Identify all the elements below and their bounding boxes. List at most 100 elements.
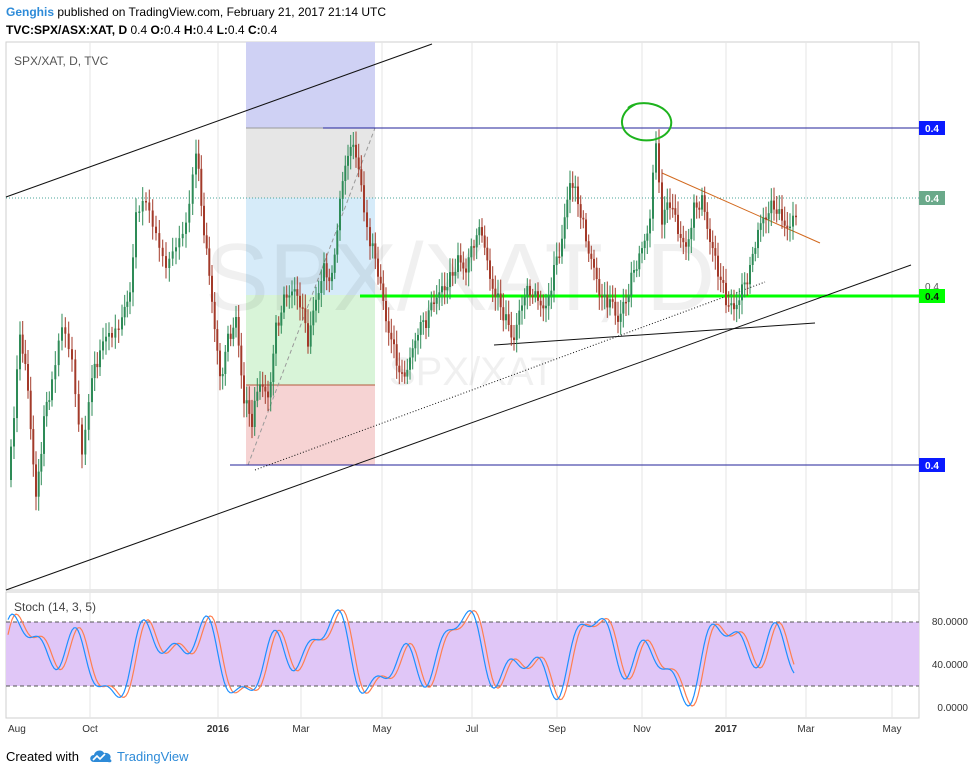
candle-body (641, 248, 643, 254)
candle-body (609, 299, 611, 308)
candle-body (635, 269, 638, 271)
candle-body (547, 295, 550, 306)
candle-body (409, 357, 411, 370)
candle-body (674, 208, 677, 215)
candle-body (465, 268, 467, 273)
candle-body (24, 353, 27, 364)
candle-body (695, 202, 698, 208)
candle-body (111, 333, 113, 338)
candle-body (61, 327, 63, 341)
candle-body (77, 394, 80, 425)
candle-body (507, 314, 510, 325)
candle-body (108, 333, 110, 337)
candle-body (283, 294, 285, 313)
candle-body (211, 275, 213, 302)
candle-body (188, 203, 191, 223)
candle-body (395, 344, 398, 366)
candle-body (291, 291, 293, 296)
candle-body (614, 301, 617, 316)
candle-body (99, 350, 101, 368)
candle-body (781, 209, 783, 221)
candle-body (733, 303, 735, 310)
candle-body (757, 229, 759, 249)
candle-body (443, 286, 446, 291)
candle-body (427, 310, 430, 328)
candle-body (770, 200, 773, 214)
candle-body (213, 301, 216, 330)
candle-body (743, 282, 746, 285)
candle-body (387, 321, 390, 333)
candle-body (682, 237, 685, 243)
x-tick-mar: Mar (292, 724, 310, 735)
candle-body (563, 217, 566, 239)
candle-body (84, 429, 87, 455)
candle-body (267, 391, 269, 398)
price-label-2: 0.4 (925, 194, 939, 205)
candle-body (328, 277, 331, 282)
candle-body (749, 265, 751, 285)
candle-body (627, 295, 630, 303)
candle-body (518, 310, 521, 325)
candle-body (341, 181, 344, 199)
candle-body (344, 165, 347, 181)
tradingview-cloud-icon[interactable] (88, 747, 114, 765)
candle-body (385, 301, 387, 322)
candle-body (331, 272, 333, 282)
candle-body (422, 320, 425, 322)
candle-body (414, 340, 417, 349)
candle-body (717, 255, 719, 277)
candle-body (411, 348, 414, 358)
candle-body (43, 416, 45, 454)
candle-body (256, 391, 259, 401)
candle-body (312, 310, 315, 326)
candle-body (722, 280, 725, 283)
candle-body (478, 227, 481, 236)
candle-body (611, 299, 614, 302)
candle-body (87, 402, 90, 430)
candle-body (521, 305, 523, 311)
stoch-tick-80: 80.0000 (932, 617, 969, 628)
candle-body (430, 302, 433, 311)
candle-body (102, 341, 104, 351)
candle-body (315, 299, 317, 311)
candle-body (161, 247, 164, 257)
candle-body (449, 272, 451, 287)
candle-body (45, 401, 48, 417)
candle-body (703, 195, 706, 212)
candle-body (129, 292, 131, 302)
candle-body (13, 418, 15, 447)
candle-body (259, 384, 261, 392)
candle-body (652, 172, 654, 219)
candle-body (123, 306, 126, 318)
candle-body (349, 146, 352, 156)
candle-body (658, 143, 660, 183)
candle-body (661, 182, 663, 225)
candle-body (419, 322, 422, 335)
candle-body (216, 329, 219, 351)
candle-body (165, 256, 167, 268)
candle-body (666, 202, 669, 210)
stoch-band (6, 622, 919, 686)
candle-body (534, 291, 537, 296)
candle-body (561, 238, 563, 257)
x-tick-oct: Oct (82, 724, 98, 735)
candle-body (577, 186, 579, 205)
candle-body (121, 317, 123, 330)
x-tick-nov: Nov (633, 724, 651, 735)
candle-body (138, 211, 141, 213)
candle-body (671, 207, 674, 210)
candle-body (148, 202, 151, 211)
candle-body (669, 202, 671, 208)
candle-body (81, 424, 83, 455)
fib-zone-blue (246, 42, 375, 128)
candle-body (393, 339, 395, 345)
candle-body (32, 429, 35, 465)
price-chart[interactable]: SPX/XAT, D SPX/XAT SPX/XAT, D, TVC 0.4 0… (0, 0, 976, 740)
tradingview-brand[interactable]: TradingView (117, 749, 189, 764)
candle-body (181, 233, 184, 239)
candle-body (280, 312, 283, 326)
candle-body (649, 218, 651, 234)
candle-body (417, 334, 419, 341)
candle-body (245, 400, 248, 404)
instrument-label: SPX/XAT, D, TVC (14, 54, 109, 68)
